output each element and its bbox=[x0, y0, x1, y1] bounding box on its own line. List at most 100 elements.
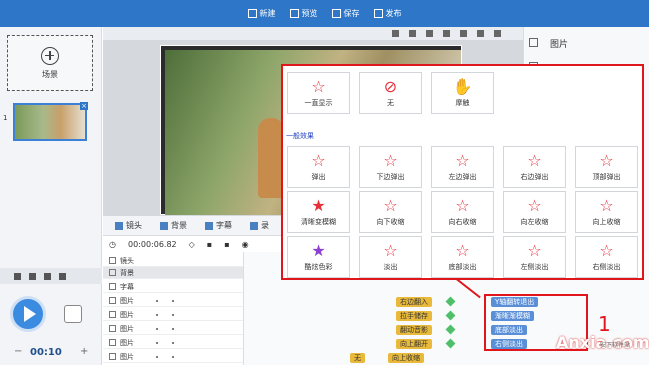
effect-option[interactable]: ☆ 淡出 bbox=[359, 236, 422, 278]
tab-record[interactable]: 录 bbox=[250, 220, 269, 231]
effect-option[interactable]: ☆ 底部淡出 bbox=[431, 236, 494, 278]
tab-camera[interactable]: 镜头 bbox=[115, 220, 142, 231]
hand-icon: ✋ bbox=[452, 76, 473, 96]
scene-number: 1 bbox=[3, 114, 8, 122]
effect-option[interactable]: ☆ 一直显示 bbox=[287, 72, 350, 114]
star-icon: ☆ bbox=[455, 195, 470, 215]
lock-dot[interactable] bbox=[172, 327, 174, 330]
lock-dot[interactable] bbox=[172, 341, 174, 344]
fit-icon[interactable] bbox=[443, 30, 450, 37]
track-row[interactable]: 背景 bbox=[103, 267, 243, 279]
effect-option[interactable]: ☆ 左侧淡出 bbox=[503, 236, 566, 278]
effect-option[interactable]: ☆ 左边弹出 bbox=[431, 146, 494, 188]
canvas-toolbar bbox=[103, 27, 523, 41]
effect-chip[interactable]: 无 bbox=[350, 353, 365, 363]
image-icon bbox=[109, 311, 116, 318]
effect-chip[interactable]: 拉手储存 bbox=[396, 311, 432, 321]
lock-dot[interactable] bbox=[172, 313, 174, 316]
track-row[interactable]: 镜头 bbox=[103, 255, 243, 267]
background-icon bbox=[160, 221, 168, 230]
zoom-out-icon[interactable] bbox=[426, 30, 433, 37]
star-icon: ☆ bbox=[311, 150, 326, 170]
top-toolbar: 新建 预览 保存 发布 bbox=[0, 0, 649, 27]
increase-time-icon[interactable]: + bbox=[80, 346, 88, 357]
save-button[interactable]: 保存 bbox=[331, 8, 360, 19]
add-scene-button[interactable]: 场景 bbox=[7, 35, 93, 91]
effect-chip[interactable]: 向上翻开 bbox=[396, 339, 432, 349]
move-up-icon[interactable] bbox=[29, 272, 36, 280]
background-icon bbox=[109, 269, 116, 276]
visibility-dot[interactable] bbox=[156, 299, 158, 302]
save-icon bbox=[331, 9, 341, 18]
redo-icon[interactable] bbox=[494, 30, 501, 37]
undo-icon[interactable] bbox=[477, 30, 484, 37]
delete-icon[interactable] bbox=[59, 272, 66, 280]
effect-option[interactable]: ★ 酷炫色彩 bbox=[287, 236, 350, 278]
lock-dot[interactable] bbox=[172, 355, 174, 358]
watermark-subtitle: 安下软件站 bbox=[600, 342, 631, 349]
copy-icon[interactable]: ▪ bbox=[224, 240, 229, 249]
publish-button[interactable]: 发布 bbox=[373, 8, 402, 19]
track-row[interactable]: 图片 bbox=[103, 295, 243, 307]
new-button[interactable]: 新建 bbox=[247, 8, 276, 19]
effect-option[interactable]: ☆ 顶部弹出 bbox=[575, 146, 638, 188]
effect-chip[interactable]: 翻动音影 bbox=[396, 325, 432, 335]
effect-option[interactable]: ★ 清晰变模糊 bbox=[287, 191, 350, 233]
track-row[interactable]: 图片 bbox=[103, 351, 243, 363]
star-icon: ☆ bbox=[599, 240, 614, 260]
visibility-dot[interactable] bbox=[156, 313, 158, 316]
scene-thumbnail[interactable] bbox=[13, 103, 87, 141]
move-down-icon[interactable] bbox=[44, 272, 51, 280]
clock-icon: ◷ bbox=[109, 239, 116, 249]
decrease-time-icon[interactable]: − bbox=[14, 346, 22, 357]
section-label: 一般效果 bbox=[286, 132, 314, 140]
track-row[interactable]: 图片 bbox=[103, 337, 243, 349]
effect-chip[interactable]: 右边翻入 bbox=[396, 297, 432, 307]
visibility-dot[interactable] bbox=[156, 355, 158, 358]
effect-option[interactable]: ☆ 向上收缩 bbox=[575, 191, 638, 233]
copy-icon[interactable] bbox=[14, 272, 21, 280]
image-icon bbox=[109, 297, 116, 304]
plus-icon bbox=[41, 46, 59, 65]
loop-button[interactable] bbox=[64, 305, 82, 323]
effect-option[interactable]: ☆ 右侧淡出 bbox=[575, 236, 638, 278]
effect-option[interactable]: ☆ 弹出 bbox=[287, 146, 350, 188]
lock-dot[interactable] bbox=[172, 299, 174, 302]
image-icon bbox=[109, 325, 116, 332]
track-row[interactable]: 字幕 bbox=[103, 281, 243, 293]
track-row[interactable]: 图片 bbox=[103, 309, 243, 321]
effect-option[interactable]: ☆ 下边弹出 bbox=[359, 146, 422, 188]
effect-option[interactable]: ✋ 摩触 bbox=[431, 72, 494, 114]
star-icon: ☆ bbox=[599, 150, 614, 170]
visibility-dot[interactable] bbox=[156, 327, 158, 330]
effect-option[interactable]: ☆ 向右收缩 bbox=[431, 191, 494, 233]
effect-option[interactable]: ☆ 向左收缩 bbox=[503, 191, 566, 233]
home-icon[interactable] bbox=[392, 30, 399, 37]
star-icon: ☆ bbox=[383, 240, 398, 260]
publish-icon bbox=[373, 9, 383, 18]
star-icon: ☆ bbox=[383, 195, 398, 215]
keyframe-icon[interactable]: ◇ bbox=[189, 240, 195, 249]
new-icon bbox=[247, 9, 257, 18]
visibility-dot[interactable] bbox=[156, 341, 158, 344]
effect-option[interactable]: ☆ 向下收缩 bbox=[359, 191, 422, 233]
image-icon bbox=[109, 353, 116, 360]
effect-option[interactable]: ⊘ 无 bbox=[359, 72, 422, 114]
star-icon: ★ bbox=[311, 240, 326, 260]
star-icon: ☆ bbox=[527, 195, 542, 215]
preview-icon bbox=[289, 9, 299, 18]
delete-icon[interactable]: ▪ bbox=[207, 240, 212, 249]
eye-icon[interactable]: ◉ bbox=[242, 240, 249, 249]
close-icon[interactable]: × bbox=[80, 102, 88, 110]
tab-background[interactable]: 背景 bbox=[160, 220, 187, 231]
scene-duration: 00:10 bbox=[30, 347, 62, 358]
preview-button[interactable]: 预览 bbox=[289, 8, 318, 19]
camera-icon bbox=[115, 221, 123, 230]
zoom-in-icon[interactable] bbox=[409, 30, 416, 37]
tab-subtitle[interactable]: 字幕 bbox=[205, 220, 232, 231]
effect-option[interactable]: ☆ 右边弹出 bbox=[503, 146, 566, 188]
effect-chip[interactable]: 向上收缩 bbox=[388, 353, 424, 363]
star-icon: ☆ bbox=[599, 195, 614, 215]
track-row[interactable]: 图片 bbox=[103, 323, 243, 335]
lock-icon[interactable] bbox=[460, 30, 467, 37]
